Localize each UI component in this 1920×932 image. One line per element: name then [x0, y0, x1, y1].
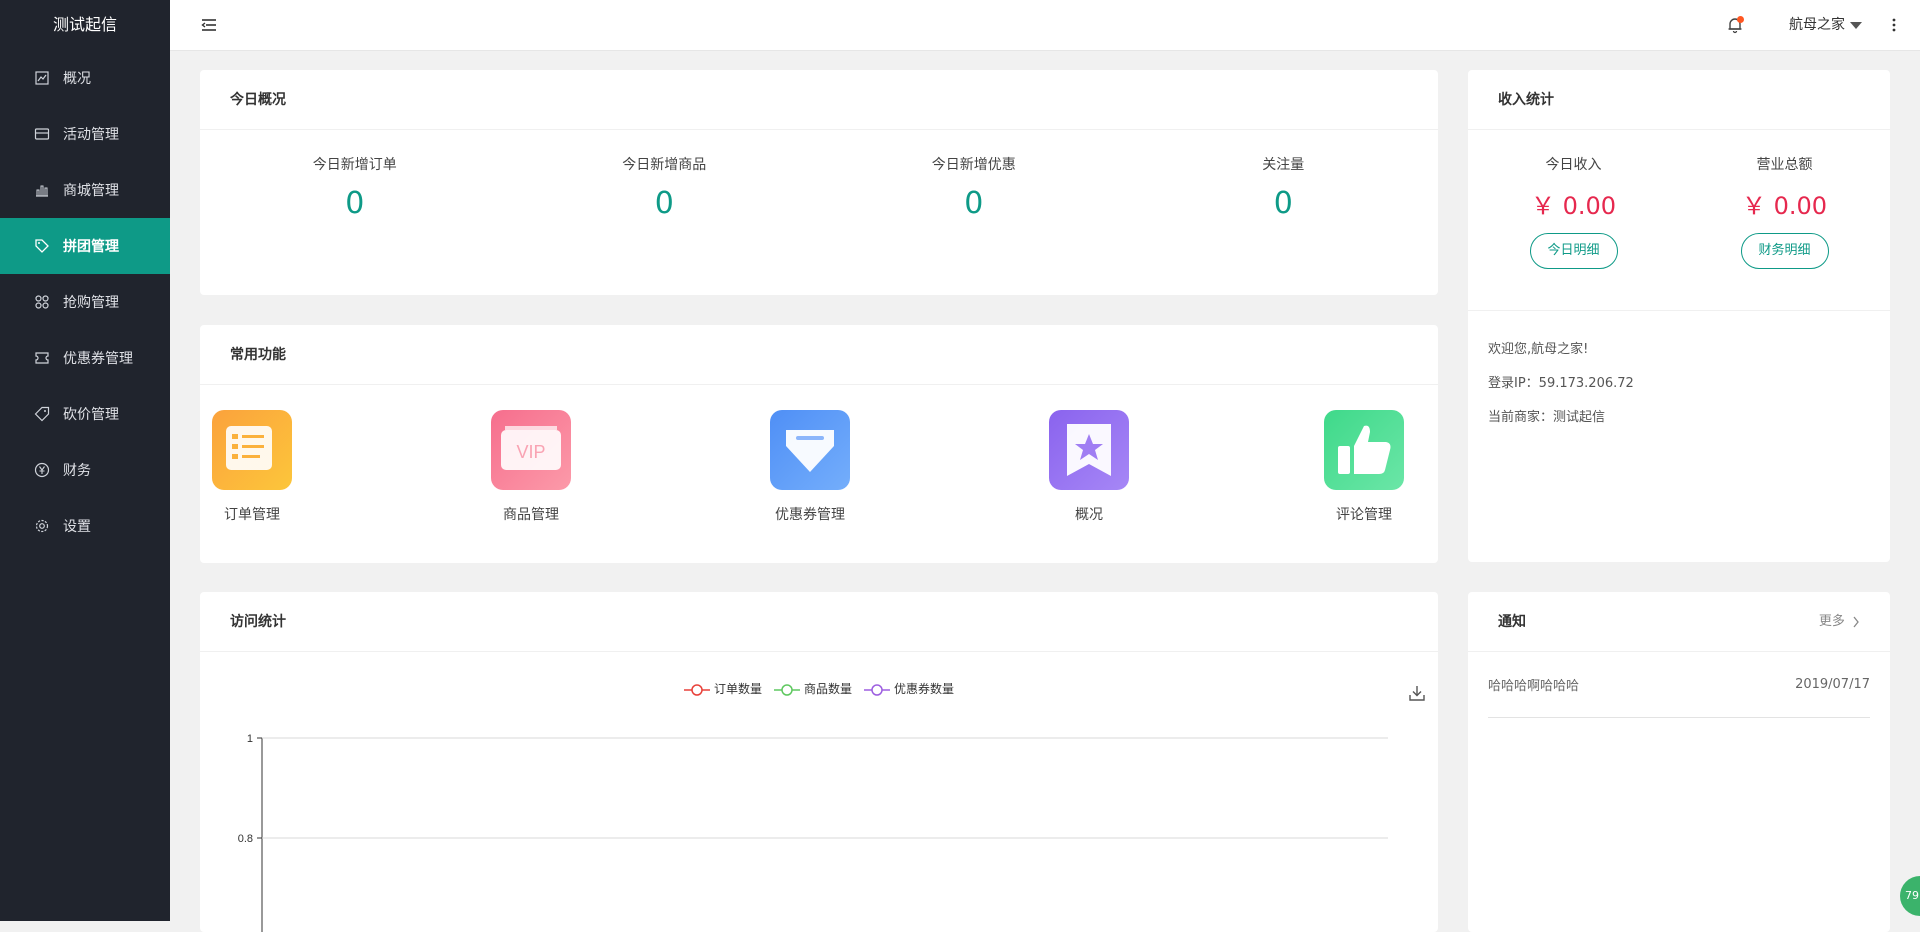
- vip-card-icon: VIP: [491, 410, 571, 490]
- stat-label: 今日新增优惠: [931, 157, 1016, 173]
- star-bookmark-icon: [1049, 410, 1129, 490]
- coupon-shield-icon: [770, 410, 850, 490]
- notice-date: 2019/07/17: [1795, 677, 1870, 692]
- visits-card: 访问统计 订单数量 商品数量 优惠券数量 1 0.8: [200, 592, 1438, 932]
- account-info: 欢迎您,航母之家! 登录IP：59.173.206.72 当前商家：测试起信: [1468, 311, 1890, 435]
- activity-icon: [33, 125, 51, 143]
- sidebar-item-2[interactable]: 商城管理: [0, 162, 170, 218]
- notice-title: 通知: [1498, 614, 1526, 630]
- welcome-text: 欢迎您,航母之家!: [1488, 342, 1589, 357]
- total-income-value: ￥ 0.00: [1741, 192, 1828, 220]
- stat-value: 0: [654, 186, 674, 221]
- function-item[interactable]: 订单管理: [202, 410, 302, 524]
- sidebar-item-label: 优惠券管理: [63, 351, 133, 367]
- stat-item: 今日新增商品 0: [510, 130, 820, 221]
- sidebar-item-label: 活动管理: [63, 127, 119, 143]
- thumbs-up-icon: [1324, 410, 1404, 490]
- income-card: 收入统计 今日收入 ￥ 0.00 今日明细 营业总额 ￥ 0.00 财务明细 欢…: [1468, 70, 1890, 562]
- login-ip: 登录IP：59.173.206.72: [1488, 376, 1634, 391]
- sidebar-item-label: 商城管理: [63, 183, 119, 199]
- yen-icon: [33, 461, 51, 479]
- sidebar-item-4[interactable]: 抢购管理: [0, 274, 170, 330]
- today-detail-button[interactable]: 今日明细: [1529, 233, 1618, 269]
- notice-card: 通知 更多 哈哈哈啊哈哈哈 2019/07/17: [1468, 592, 1890, 932]
- sidebar-item-5[interactable]: 优惠券管理: [0, 330, 170, 386]
- brand-title: 测试起信: [52, 15, 117, 34]
- sidebar-item-label: 财务: [63, 463, 91, 479]
- sidebar-item-label: 抢购管理: [63, 295, 119, 311]
- stat-value: 0: [1273, 186, 1293, 221]
- total-income: 营业总额 ￥ 0.00 财务明细: [1679, 130, 1890, 310]
- notice-more-label: 更多: [1818, 614, 1845, 629]
- stat-label: 关注量: [1262, 157, 1305, 173]
- y-tick-label: 0.8: [238, 833, 253, 845]
- more-vertical-icon[interactable]: [1892, 17, 1896, 33]
- tag-icon: [33, 237, 51, 255]
- sidebar-item-label: 概况: [63, 71, 91, 87]
- coupon-icon: [33, 349, 51, 367]
- order-list-icon: [212, 410, 292, 490]
- notice-text: 哈哈哈啊哈哈哈: [1488, 679, 1580, 694]
- bar-chart-icon: [33, 181, 51, 199]
- stat-value: 0: [964, 186, 984, 221]
- notice-item[interactable]: 哈哈哈啊哈哈哈 2019/07/17: [1488, 652, 1870, 718]
- sidebar-item-1[interactable]: 活动管理: [0, 106, 170, 162]
- y-tick-label: 1: [247, 733, 253, 745]
- functions-card: 常用功能 订单管理 VIP 商品管理 优惠券管理 概况 评论管理: [200, 325, 1438, 563]
- finance-detail-button[interactable]: 财务明细: [1740, 233, 1829, 269]
- floating-badge[interactable]: 79: [1900, 876, 1920, 916]
- stat-label: 今日新增商品: [622, 157, 707, 173]
- sidebar-item-6[interactable]: 砍价管理: [0, 386, 170, 442]
- function-item[interactable]: VIP 商品管理: [481, 410, 581, 524]
- sidebar-item-0[interactable]: 概况: [0, 50, 170, 106]
- total-income-label: 营业总额: [1756, 157, 1813, 173]
- stat-item: 关注量 0: [1129, 130, 1439, 221]
- current-merchant: 当前商家：测试起信: [1488, 410, 1606, 425]
- sidebar-item-8[interactable]: 设置: [0, 498, 170, 554]
- sidebar-item-label: 砍价管理: [63, 407, 119, 423]
- chevron-down-icon: [1850, 21, 1862, 29]
- gear-icon: [33, 517, 51, 535]
- notice-more-link[interactable]: 更多: [1819, 592, 1860, 652]
- sidebar-item-label: 设置: [63, 519, 91, 535]
- chevron-right-icon: [1853, 616, 1859, 627]
- svg-text:VIP: VIP: [516, 442, 545, 462]
- today-income-label: 今日收入: [1545, 157, 1602, 173]
- today-income-value: ￥ 0.00: [1530, 192, 1617, 220]
- sidebar-item-3[interactable]: 拼团管理: [0, 218, 170, 274]
- sidebar: 测试起信 概况活动管理商城管理拼团管理抢购管理优惠券管理砍价管理财务设置: [0, 0, 170, 921]
- overview-title: 今日概况: [200, 70, 1438, 130]
- price-tag-icon: [33, 405, 51, 423]
- function-label: 订单管理: [224, 507, 280, 523]
- stat-value: 0: [345, 186, 365, 221]
- top-header: 航母之家: [170, 0, 1920, 51]
- functions-title: 常用功能: [200, 325, 1438, 385]
- stat-label: 今日新增订单: [312, 157, 397, 173]
- visits-line-chart: 10.8: [238, 733, 1388, 932]
- overview-icon: [33, 69, 51, 87]
- function-item[interactable]: 优惠券管理: [760, 410, 860, 524]
- function-label: 优惠券管理: [775, 507, 845, 523]
- function-label: 概况: [1075, 507, 1103, 523]
- function-label: 评论管理: [1336, 507, 1392, 523]
- stat-item: 今日新增优惠 0: [819, 130, 1129, 221]
- grid-icon: [33, 293, 51, 311]
- overview-card: 今日概况 今日新增订单 0 今日新增商品 0 今日新增优惠 0 关注量 0: [200, 70, 1438, 295]
- notification-dot: [1737, 16, 1744, 23]
- sidebar-item-label: 拼团管理: [63, 239, 119, 255]
- function-item[interactable]: 评论管理: [1314, 410, 1414, 524]
- income-title: 收入统计: [1468, 70, 1890, 130]
- today-income: 今日收入 ￥ 0.00 今日明细: [1468, 130, 1679, 310]
- function-item[interactable]: 概况: [1039, 410, 1139, 524]
- sidebar-item-7[interactable]: 财务: [0, 442, 170, 498]
- user-name: 航母之家: [1789, 17, 1845, 33]
- user-menu[interactable]: 航母之家: [1789, 0, 1862, 50]
- stat-item: 今日新增订单 0: [200, 130, 510, 221]
- menu-toggle-icon[interactable]: [200, 16, 218, 34]
- function-label: 商品管理: [503, 507, 559, 523]
